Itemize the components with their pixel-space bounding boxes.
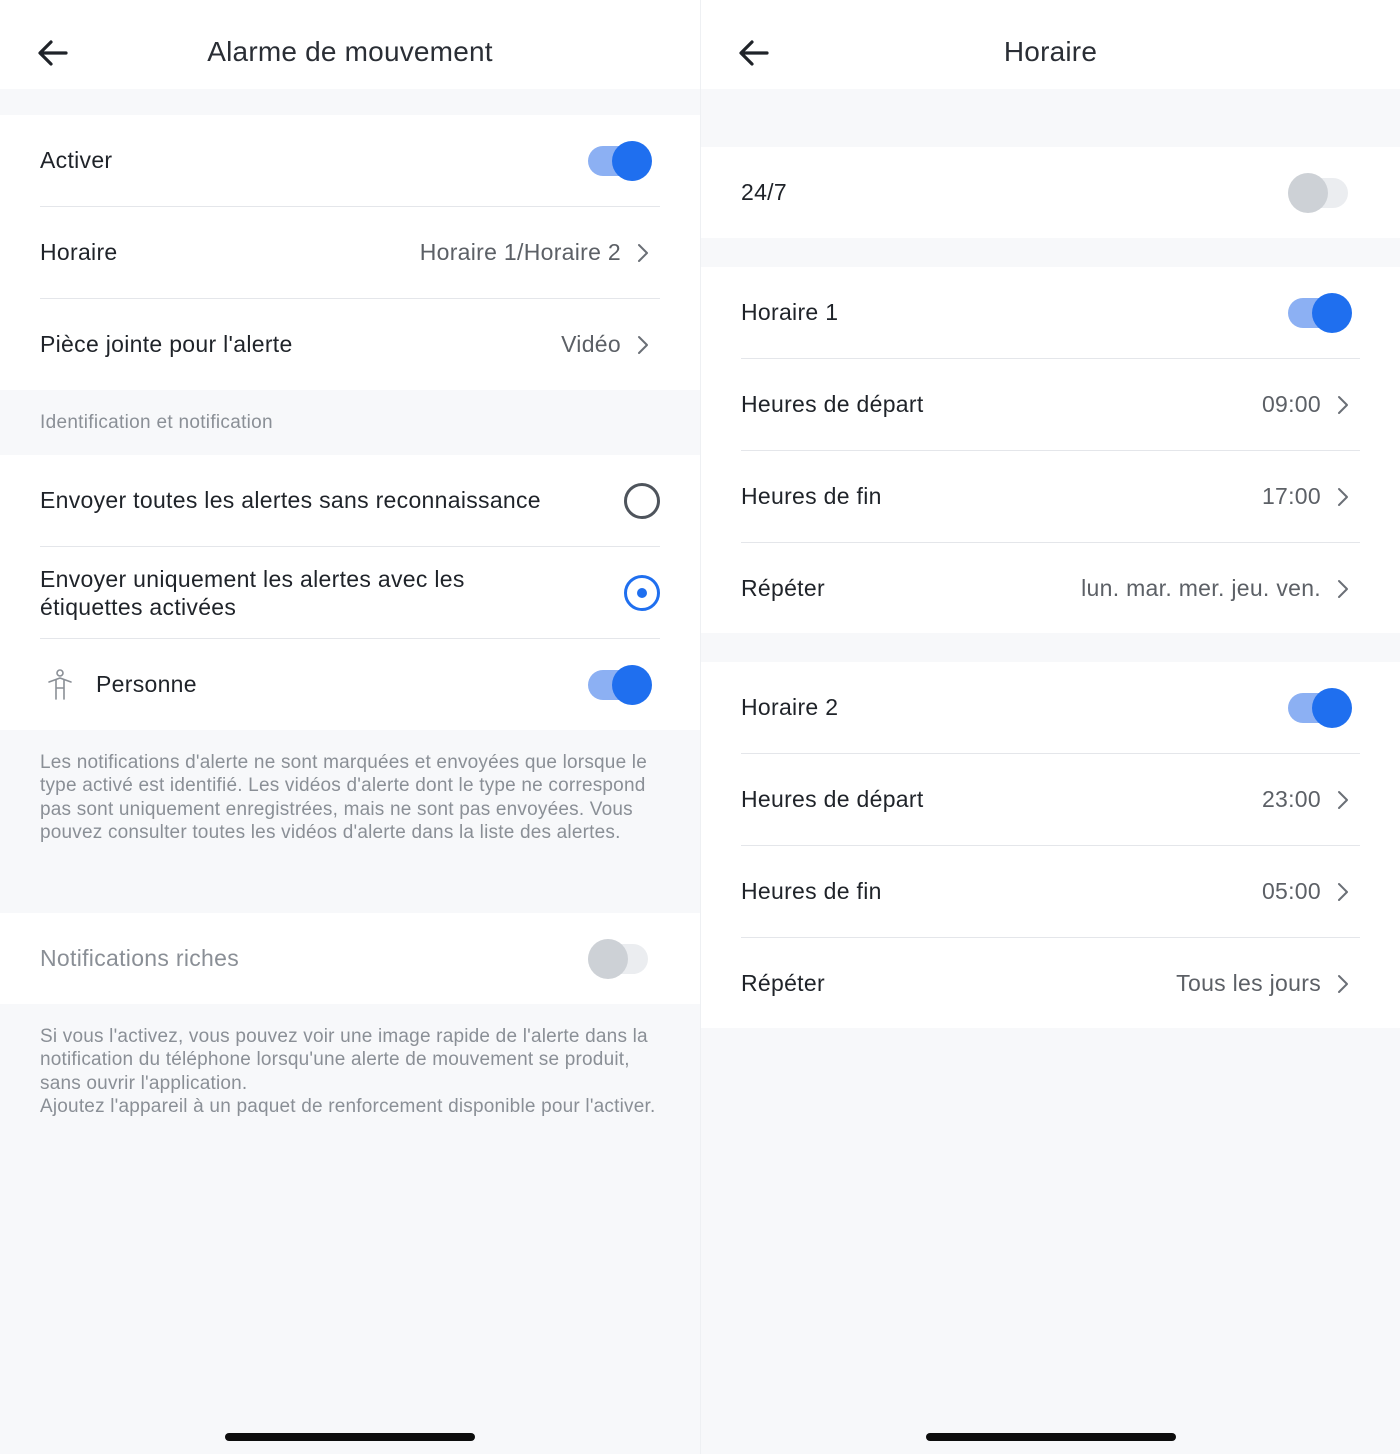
option-all-alerts-radio[interactable] <box>624 482 660 519</box>
page-title: Alarme de mouvement <box>207 36 493 67</box>
activate-toggle[interactable] <box>588 140 652 182</box>
option-tagged-alerts-radio[interactable] <box>624 574 660 611</box>
activate-label: Activer <box>40 147 113 173</box>
end-time-value: 17:00 <box>1261 483 1321 509</box>
repeat-value: lun. mar. mer. jeu. ven. <box>1081 575 1321 601</box>
schedule-2-toggle[interactable] <box>1288 687 1352 729</box>
toggle-knob <box>1288 172 1328 213</box>
option-all-alerts-row[interactable]: Envoyer toutes les alertes sans reconnai… <box>0 455 700 546</box>
option-tagged-alerts-label: Envoyer uniquement les alertes avec les … <box>40 565 465 621</box>
person-icon <box>48 669 72 700</box>
end-time-label: Heures de fin <box>741 878 882 904</box>
chevron-right-icon <box>1338 790 1348 809</box>
option-tagged-alerts-row[interactable]: Envoyer uniquement les alertes avec les … <box>0 547 700 638</box>
all-week-toggle[interactable] <box>1288 172 1352 214</box>
all-week-card: 24/7 <box>701 147 1400 238</box>
schedule-1-label: Horaire 1 <box>741 299 839 325</box>
schedule-value: Horaire 1/Horaire 2 <box>419 239 621 265</box>
schedule-2-repeat-row[interactable]: Répéter Tous les jours <box>701 938 1400 1029</box>
rich-notifications-label: Notifications riches <box>40 945 240 971</box>
section-header-identification: Identification et notification <box>40 412 273 433</box>
top-bar: Alarme de mouvement <box>0 0 700 89</box>
chevron-right-icon <box>638 335 648 354</box>
toggle-knob <box>612 664 652 705</box>
identification-note: Les notifications d'alerte ne sont marqu… <box>40 752 647 843</box>
repeat-label: Répéter <box>741 575 825 601</box>
schedule-1-end-row[interactable]: Heures de fin 17:00 <box>701 451 1400 542</box>
schedule-2-row: Horaire 2 <box>701 662 1400 753</box>
attachment-label: Pièce jointe pour l'alerte <box>40 331 293 357</box>
chevron-right-icon <box>1338 882 1348 901</box>
option-all-alerts-label: Envoyer toutes les alertes sans reconnai… <box>40 487 541 513</box>
chevron-right-icon <box>638 243 648 262</box>
all-week-row: 24/7 <box>701 147 1400 238</box>
top-bar: Horaire <box>701 0 1400 89</box>
toggle-knob <box>1312 687 1352 728</box>
schedule-2-card: Horaire 2 Heures de départ 23:00 Heures … <box>701 662 1400 1028</box>
schedule-1-start-row[interactable]: Heures de départ 09:00 <box>701 359 1400 450</box>
repeat-value: Tous les jours <box>1176 970 1321 996</box>
start-time-value: 09:00 <box>1261 391 1321 417</box>
schedule-label: Horaire <box>40 239 118 265</box>
toggle-knob <box>612 140 652 181</box>
rich-notifications-row: Notifications riches <box>0 913 700 1004</box>
start-time-value: 23:00 <box>1261 786 1321 812</box>
schedule-2-label: Horaire 2 <box>741 694 839 720</box>
schedule-1-repeat-row[interactable]: Répéter lun. mar. mer. jeu. ven. <box>701 543 1400 634</box>
page-title: Horaire <box>1003 36 1098 67</box>
chevron-right-icon <box>1338 487 1348 506</box>
attachment-value: Vidéo <box>561 331 621 357</box>
schedule-1-toggle[interactable] <box>1288 292 1352 334</box>
activate-row: Activer <box>0 115 700 206</box>
option-tagged-line2: étiquettes activées <box>40 593 237 620</box>
schedule-1-card: Horaire 1 Heures de départ 09:00 Heures … <box>701 267 1400 633</box>
home-indicator[interactable] <box>925 1433 1176 1441</box>
repeat-label: Répéter <box>741 970 825 996</box>
end-time-label: Heures de fin <box>741 483 882 509</box>
end-time-value: 05:00 <box>1261 878 1321 904</box>
identification-card: Envoyer toutes les alertes sans reconnai… <box>0 455 700 730</box>
rich-note-line1: Si vous l'activez, vous pouvez voir une … <box>40 1026 648 1094</box>
schedule-2-end-row[interactable]: Heures de fin 05:00 <box>701 846 1400 937</box>
all-week-label: 24/7 <box>741 179 787 205</box>
toggle-knob <box>588 938 628 979</box>
chevron-right-icon <box>1338 395 1348 414</box>
settings-card: Activer Horaire Horaire 1/Horaire 2 Pièc… <box>0 115 700 390</box>
attachment-row[interactable]: Pièce jointe pour l'alerte Vidéo <box>0 299 700 390</box>
schedule-screen: Horaire 24/7 Horaire 1 Heures de départ … <box>700 0 1400 1454</box>
rich-notifications-card: Notifications riches <box>0 913 700 1004</box>
chevron-right-icon <box>1338 579 1348 598</box>
rich-notifications-note: Si vous l'activez, vous pouvez voir une … <box>40 1025 660 1118</box>
rich-notifications-toggle[interactable] <box>588 938 652 980</box>
person-toggle[interactable] <box>588 664 652 706</box>
schedule-row[interactable]: Horaire Horaire 1/Horaire 2 <box>0 207 700 298</box>
chevron-right-icon <box>1338 974 1348 993</box>
home-indicator[interactable] <box>225 1433 475 1441</box>
toggle-knob <box>1312 292 1352 333</box>
schedule-2-start-row[interactable]: Heures de départ 23:00 <box>701 754 1400 845</box>
rich-note-line2: Ajoutez l'appareil à un paquet de renfor… <box>40 1095 656 1117</box>
person-row: Personne <box>0 639 700 730</box>
schedule-1-row: Horaire 1 <box>701 267 1400 358</box>
motion-alarm-screen: Alarme de mouvement Activer Horaire Hora… <box>0 0 700 1454</box>
option-tagged-line1: Envoyer uniquement les alertes avec les <box>40 565 465 592</box>
start-time-label: Heures de départ <box>741 786 924 812</box>
start-time-label: Heures de départ <box>741 391 924 417</box>
person-label: Personne <box>96 671 197 697</box>
